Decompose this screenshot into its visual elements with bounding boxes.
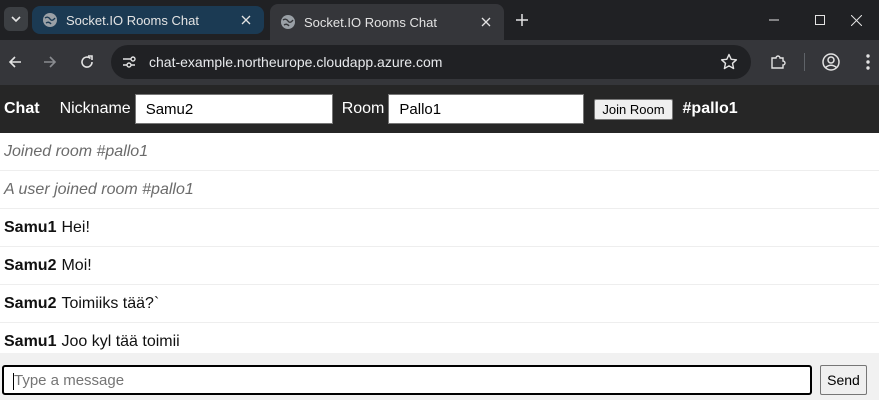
message-text: Hei! — [61, 218, 90, 236]
chevron-down-icon — [11, 16, 21, 23]
tab-search-button[interactable] — [4, 7, 28, 31]
tab-title: Socket.IO Rooms Chat — [304, 14, 437, 30]
browser-tab-1[interactable]: Socket.IO Rooms Chat — [32, 6, 264, 34]
browser-menu-button[interactable] — [856, 50, 879, 74]
url-text: chat-example.northeurope.cloudapp.azure.… — [149, 54, 443, 70]
maximize-icon — [815, 15, 825, 25]
send-button[interactable]: Send — [820, 365, 867, 395]
message-author: Samu2 — [4, 294, 57, 312]
join-room-button[interactable]: Join Room — [594, 98, 673, 120]
forward-button[interactable] — [38, 50, 62, 74]
close-window-button[interactable] — [833, 0, 879, 40]
text-caret — [13, 373, 14, 390]
bookmark-star-icon[interactable] — [717, 50, 741, 74]
chat-message: Samu1 Joo kyl tää toimii — [0, 323, 879, 353]
tab-title: Socket.IO Rooms Chat — [66, 12, 199, 28]
message-input[interactable]: Type a message — [2, 365, 812, 395]
extensions-button[interactable] — [766, 50, 790, 74]
chat-message: Samu2 Moi! — [0, 247, 879, 285]
globe-icon — [281, 15, 295, 29]
message-author: Samu1 — [4, 218, 57, 236]
chat-message: Samu2 Toimiiks tää?` — [0, 285, 879, 323]
message-author: Samu1 — [4, 332, 57, 350]
system-message: Joined room #pallo1 — [0, 133, 879, 171]
browser-toolbar: chat-example.northeurope.cloudapp.azure.… — [0, 40, 879, 85]
message-input-placeholder: Type a message — [14, 371, 125, 389]
app-brand: Chat — [4, 100, 40, 117]
system-message: A user joined room #pallo1 — [0, 171, 879, 209]
message-text: Joo kyl tää toimii — [61, 332, 180, 350]
minimize-button[interactable] — [751, 0, 797, 40]
reload-icon — [81, 55, 93, 68]
nickname-input[interactable]: Samu2 — [134, 94, 333, 124]
reload-button[interactable] — [75, 50, 99, 74]
profile-button[interactable] — [819, 50, 843, 74]
arrow-right-icon — [44, 56, 57, 68]
close-icon — [850, 14, 862, 26]
more-vertical-icon — [866, 54, 870, 70]
message-list: Joined room #pallo1 A user joined room #… — [0, 133, 879, 353]
minimize-icon — [769, 19, 779, 21]
message-text: Moi! — [61, 256, 92, 274]
system-message-text: A user joined room #pallo1 — [4, 180, 194, 198]
back-button[interactable] — [3, 50, 27, 74]
plus-icon — [516, 14, 528, 26]
room-label: Room — [341, 100, 385, 117]
globe-icon — [43, 13, 57, 27]
message-author: Samu2 — [4, 256, 57, 274]
toolbar-divider — [804, 53, 805, 71]
browser-tab-strip: Socket.IO Rooms Chat Socket.IO Rooms Cha… — [0, 0, 879, 40]
profile-icon — [822, 53, 840, 71]
nickname-label: Nickname — [59, 100, 131, 117]
close-tab-icon[interactable] — [476, 12, 496, 32]
chat-message: Samu1 Hei! — [0, 209, 879, 247]
browser-tab-2[interactable]: Socket.IO Rooms Chat — [270, 4, 504, 40]
site-info-icon[interactable] — [119, 52, 139, 72]
close-tab-icon[interactable] — [236, 10, 256, 30]
chat-header: Chat Nickname Samu2 Room Pallo1 Join Roo… — [0, 85, 879, 133]
system-message-text: Joined room #pallo1 — [4, 142, 149, 160]
puzzle-icon — [771, 55, 786, 69]
address-bar[interactable]: chat-example.northeurope.cloudapp.azure.… — [111, 45, 751, 79]
message-composer: Type a message Send — [0, 353, 879, 400]
arrow-left-icon — [8, 56, 21, 68]
new-tab-button[interactable] — [511, 9, 533, 31]
message-text: Toimiiks tää?` — [61, 294, 160, 312]
room-input[interactable]: Pallo1 — [388, 94, 585, 124]
current-room-label: #pallo1 — [682, 100, 738, 117]
